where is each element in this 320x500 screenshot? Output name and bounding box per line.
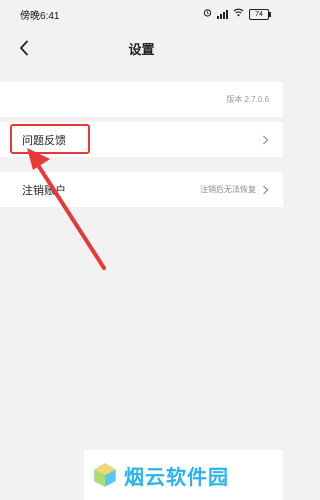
signal-icon — [217, 9, 228, 19]
battery-icon: 74 — [249, 8, 271, 20]
cancel-account-hint: 注销后无法恢复 — [200, 185, 256, 194]
chevron-right-icon — [263, 135, 269, 144]
page-title: 设置 — [128, 41, 155, 57]
cancel-account-label: 注销账户 — [22, 184, 66, 197]
version-value: 版本 2.7.0.6 — [226, 95, 269, 104]
cancel-account-row[interactable]: 注销账户 注销后无法恢复 — [0, 172, 283, 207]
back-button[interactable] — [12, 36, 36, 60]
status-bar: 傍晚6:41 74 — [0, 0, 283, 28]
alarm-icon — [203, 8, 212, 20]
chevron-right-icon — [263, 185, 269, 194]
annotation-arrow — [27, 148, 106, 270]
chevron-left-icon — [19, 40, 28, 56]
status-icons: 74 — [203, 8, 271, 20]
cancel-account-card: 注销账户 注销后无法恢复 — [0, 172, 283, 207]
watermark-logo-icon — [94, 463, 116, 487]
wifi-icon — [233, 8, 244, 20]
version-row: 版本 2.7.0.6 — [0, 82, 283, 117]
watermark-text: 烟云软件园 — [124, 466, 229, 489]
battery-level: 74 — [255, 10, 263, 18]
page-header: 设置 — [0, 28, 283, 68]
status-time: 傍晚6:41 — [20, 10, 60, 22]
version-card: 版本 2.7.0.6 — [0, 82, 283, 117]
watermark: 烟云软件园 — [84, 450, 283, 500]
highlight-box — [10, 124, 90, 154]
